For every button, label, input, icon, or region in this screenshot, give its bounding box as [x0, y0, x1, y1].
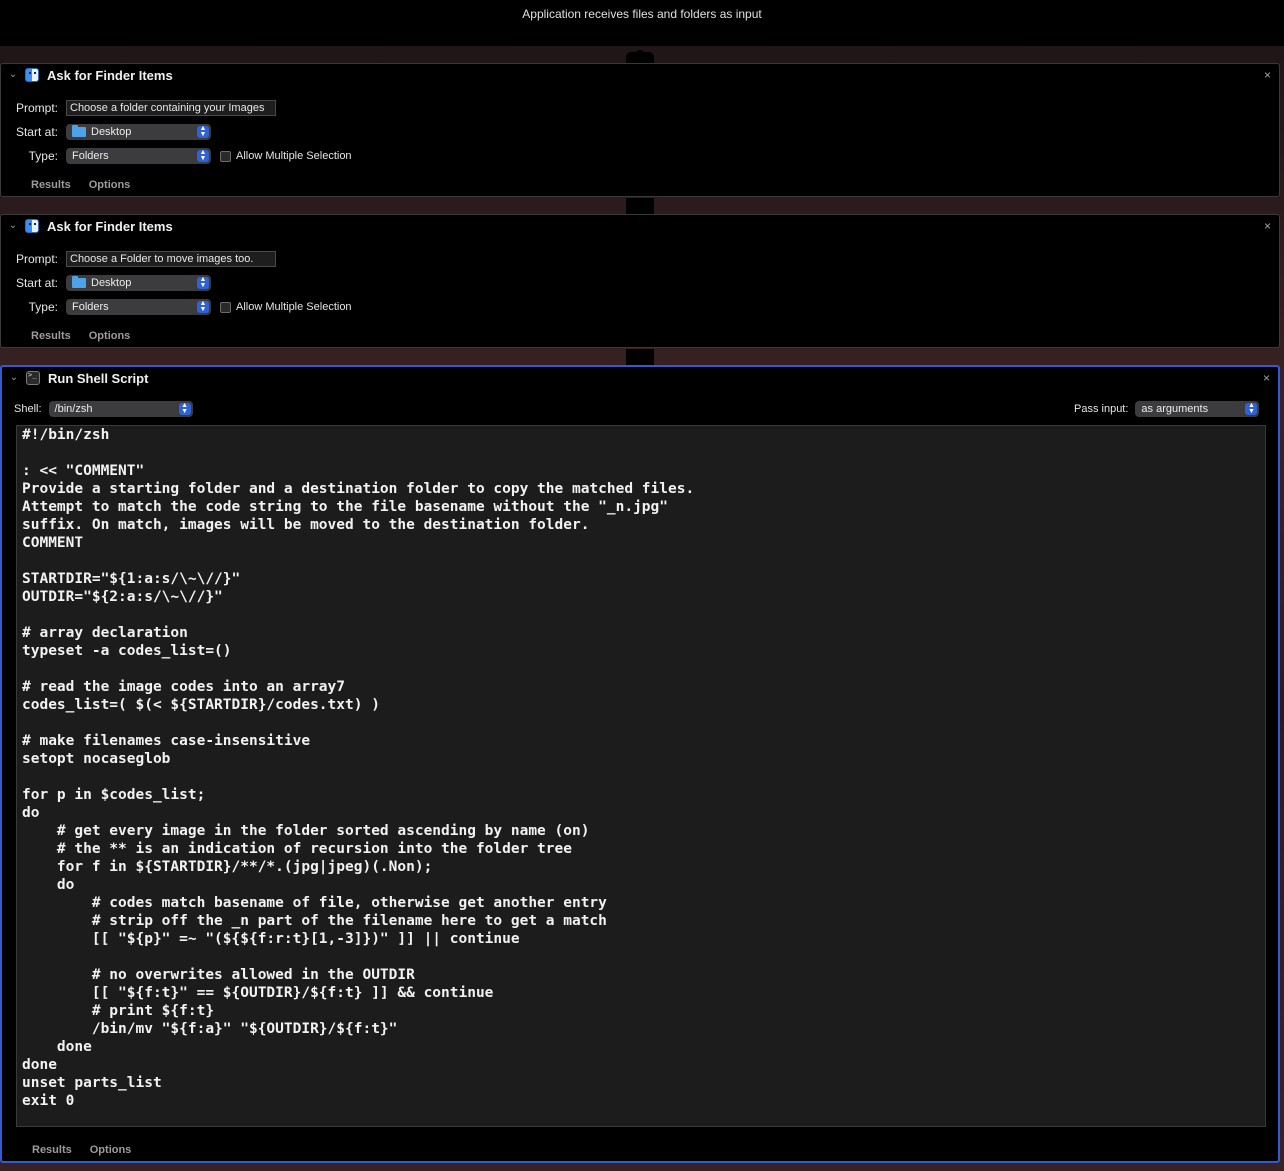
terminal-icon — [26, 371, 40, 385]
folder-icon — [72, 276, 86, 288]
allow-multiple-selection-checkbox[interactable] — [220, 150, 231, 162]
folder-icon — [72, 125, 86, 137]
options-tab[interactable]: Options — [90, 1144, 132, 1156]
prompt-label: Prompt: — [15, 101, 58, 115]
type-label: Type: — [28, 300, 58, 314]
popup-arrows-icon: ▲ ▼ — [178, 402, 191, 415]
start-at-value: Desktop — [91, 126, 132, 138]
finder-icon — [25, 68, 39, 82]
start-at-popup[interactable]: Desktop ▲ ▼ — [66, 124, 211, 140]
pass-input-value: as arguments — [1141, 403, 1209, 415]
type-popup[interactable]: Folders ▲ ▼ — [66, 148, 211, 164]
prompt-field[interactable]: Choose a Folder to move images too. — [66, 251, 276, 267]
finder-icon — [25, 219, 39, 233]
action-header[interactable]: ⌄ Run Shell Script × — [2, 367, 1278, 391]
options-tab[interactable]: Options — [89, 330, 131, 342]
disclosure-triangle-icon[interactable]: ⌄ — [7, 69, 19, 81]
action-header[interactable]: ⌄ Ask for Finder Items × — [1, 64, 1279, 88]
popup-arrows-icon: ▲ ▼ — [197, 149, 209, 162]
pass-input-popup[interactable]: as arguments ▲ ▼ — [1135, 401, 1260, 417]
prompt-label: Prompt: — [15, 252, 58, 266]
type-value: Folders — [72, 150, 109, 162]
ask-for-finder-items-action-2[interactable]: ⌄ Ask for Finder Items × Prompt: Choose … — [0, 214, 1280, 348]
results-tab[interactable]: Results — [32, 1144, 72, 1156]
action-header[interactable]: ⌄ Ask for Finder Items × — [1, 215, 1279, 239]
action-connector — [626, 198, 654, 214]
disclosure-triangle-icon[interactable]: ⌄ — [7, 220, 19, 232]
results-tab[interactable]: Results — [31, 330, 71, 342]
pass-input-label: Pass input: — [1074, 403, 1129, 415]
run-shell-script-action[interactable]: ⌄ Run Shell Script × Shell: /bin/zsh ▲▼ … — [0, 365, 1280, 1163]
start-at-label: Start at: — [15, 125, 58, 139]
start-at-value: Desktop — [91, 277, 132, 289]
shell-popup[interactable]: /bin/zsh ▲ ▼ — [48, 401, 193, 417]
start-at-label: Start at: — [15, 276, 58, 290]
popup-arrows-icon: ▲ ▼ — [1245, 402, 1258, 415]
workflow-input-bar: Application receives files and folders a… — [0, 0, 1284, 46]
disclosure-triangle-icon[interactable]: ⌄ — [8, 372, 20, 384]
close-action-button[interactable]: × — [1263, 371, 1270, 385]
close-action-button[interactable]: × — [1264, 219, 1271, 233]
close-action-button[interactable]: × — [1264, 68, 1271, 82]
start-at-popup[interactable]: Desktop ▲ ▼ — [66, 275, 211, 291]
script-editor[interactable]: #!/bin/zsh : << "COMMENT" Provide a star… — [16, 425, 1266, 1127]
type-value: Folders — [72, 301, 109, 313]
type-popup[interactable]: Folders ▲ ▼ — [66, 299, 211, 315]
script-text[interactable]: #!/bin/zsh : << "COMMENT" Provide a star… — [17, 426, 694, 1110]
ask-for-finder-items-action-1[interactable]: ⌄ Ask for Finder Items × Prompt: Choose … — [0, 63, 1280, 197]
shell-value: /bin/zsh — [54, 403, 93, 415]
popup-arrows-icon: ▲ ▼ — [197, 276, 209, 289]
action-connector — [626, 349, 654, 365]
action-title: Ask for Finder Items — [47, 68, 173, 83]
allow-multiple-selection-label: Allow Multiple Selection — [236, 150, 352, 162]
type-label: Type: — [28, 149, 58, 163]
results-tab[interactable]: Results — [31, 179, 71, 191]
allow-multiple-selection-checkbox[interactable] — [220, 301, 231, 313]
workflow-input-description: Application receives files and folders a… — [522, 7, 762, 21]
action-connector — [626, 48, 654, 64]
action-title: Run Shell Script — [48, 371, 149, 386]
action-title: Ask for Finder Items — [47, 219, 173, 234]
shell-label: Shell: — [14, 403, 42, 415]
popup-arrows-icon: ▲ ▼ — [197, 125, 209, 138]
prompt-field[interactable]: Choose a folder containing your Images — [66, 100, 276, 116]
allow-multiple-selection-label: Allow Multiple Selection — [236, 301, 352, 313]
popup-arrows-icon: ▲ ▼ — [197, 300, 209, 313]
options-tab[interactable]: Options — [89, 179, 131, 191]
